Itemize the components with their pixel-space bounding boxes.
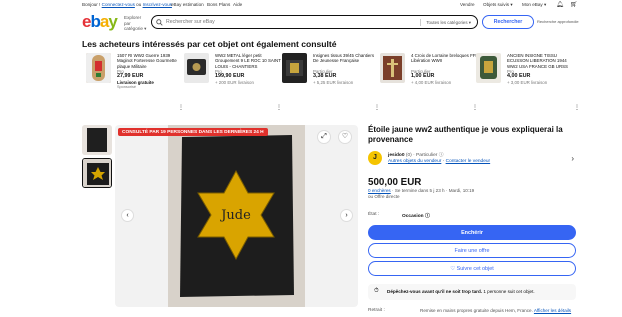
more-icon[interactable]: ⋮ — [178, 104, 184, 111]
help-link[interactable]: Aide — [233, 2, 242, 7]
contact-seller-link[interactable]: Contacter le vendeur — [446, 159, 491, 164]
related-heading: Les acheteurs intéressés par cet objet o… — [82, 39, 337, 49]
buy-now-info: ou Offre directe — [368, 194, 400, 199]
heart-icon: ♡ — [450, 266, 456, 272]
condition-label: État : — [368, 212, 380, 217]
item-price: 500,00 EUR — [368, 177, 422, 188]
shipping-value: Remise en mains propres gratuite depuis … — [420, 308, 572, 313]
main-image[interactable]: Jude CONSULTÉ PAR 19 PERSONNES DANS LES … — [115, 125, 358, 307]
seller-name[interactable]: jesido0 (0) · Particulier ⓘ — [388, 151, 444, 158]
cart-icon[interactable]: 🛒︎ — [570, 1, 578, 8]
search-bar[interactable]: Toutes les catégories ▾ — [151, 15, 478, 29]
related-card[interactable]: 4 Croix de Lorraine breloques FFI Libéra… — [380, 53, 480, 111]
item-title: Étoile jaune ww2 authentique je vous exp… — [368, 125, 563, 144]
estimation-link[interactable]: eBay estimation — [171, 2, 204, 7]
category-menu[interactable]: Explorer par catégorie ▾ — [124, 15, 148, 32]
item-title-link[interactable]: ANCIEN INSIGNE TISSU ECUSSON LIBERATION … — [507, 53, 573, 69]
greeting: Bonjour ! Connectez-vous ou Inscrivez-vo… — [82, 2, 172, 7]
seller-info: J jesido0 (0) · Particulier ⓘ Autres obj… — [368, 150, 578, 168]
register-link[interactable]: Inscrivez-vous — [143, 2, 172, 7]
product-thumbnail[interactable] — [380, 53, 405, 83]
shipping: + 200 EUR livraison — [215, 79, 254, 85]
clock-icon: ⏱︎ — [374, 288, 379, 294]
related-card[interactable]: ANCIEN INSIGNE TISSU ECUSSON LIBERATION … — [476, 53, 580, 111]
top-bar: Bonjour ! Connectez-vous ou Inscrivez-vo… — [82, 1, 582, 9]
category-select[interactable]: Toutes les catégories ▾ — [420, 19, 471, 26]
item-title-link[interactable]: 4 Croix de Lorraine breloques FFI Libéra… — [411, 53, 477, 69]
gallery-thumbnail[interactable] — [82, 125, 112, 155]
photo-text: Jude — [219, 208, 251, 223]
make-offer-button[interactable]: Faire une offre — [368, 243, 576, 258]
ebay-logo[interactable]: ebay — [82, 13, 118, 30]
watched-link[interactable]: Objets suivis ▾ — [483, 2, 513, 8]
bell-icon[interactable]: 🔔︎ — [556, 1, 564, 8]
related-card[interactable]: Insignes tissus 39/45 Chantiers De Jeune… — [282, 53, 382, 111]
seller-avatar[interactable]: J — [368, 151, 382, 165]
chevron-right-icon[interactable]: › — [571, 154, 574, 163]
product-thumbnail[interactable] — [86, 53, 111, 83]
seller-other-items-link[interactable]: Autres objets du vendeur — [388, 159, 441, 164]
shipping: + 3,00 EUR livraison — [507, 79, 548, 85]
gallery-thumbnail-selected[interactable] — [82, 158, 112, 188]
sponsored-label: Sponsorisé — [117, 84, 136, 89]
next-image-button[interactable]: › — [340, 209, 353, 222]
urgency-notice: ⏱︎ Dépêchez-vous avant qu'il ne soit tro… — [368, 284, 576, 300]
sell-link[interactable]: Vendre — [460, 2, 475, 7]
deals-link[interactable]: Bons Plans — [207, 2, 230, 7]
views-banner: CONSULTÉ PAR 19 PERSONNES DANS LES DERNI… — [118, 128, 268, 136]
item-title-link[interactable]: WW2 METAL léger petit Groupement 9 LE RO… — [215, 53, 281, 69]
bid-info: 0 enchères · Se termine dans 5 j 23 h · … — [368, 188, 475, 193]
info-icon[interactable]: ⓘ — [439, 153, 444, 158]
search-button[interactable]: Rechercher — [482, 15, 534, 29]
more-icon[interactable]: ⋮ — [276, 104, 282, 111]
condition-value: Occasion ⓘ — [402, 214, 430, 219]
watch-button[interactable]: ♡ Suivre cet objet — [368, 261, 576, 276]
search-input[interactable] — [166, 18, 426, 26]
bid-button[interactable]: Enchérir — [368, 225, 576, 240]
related-card[interactable]: 1507 RI WW2 Guerre 1939 Maginot Forteres… — [86, 53, 186, 111]
bids-link[interactable]: 0 enchères — [368, 188, 391, 193]
shipping: + 5,25 EUR livraison — [313, 79, 354, 85]
product-thumbnail[interactable] — [282, 53, 307, 83]
more-icon[interactable]: ⋮ — [472, 104, 478, 111]
shipping: + 4,00 EUR livraison — [411, 79, 452, 85]
my-ebay-link[interactable]: Mon eBay ▾ — [522, 2, 546, 8]
search-icon — [156, 19, 163, 26]
item-title-link[interactable]: 1507 RI WW2 Guerre 1939 Maginot Forteres… — [117, 53, 183, 69]
prev-image-button[interactable]: ‹ — [121, 209, 134, 222]
product-thumbnail[interactable] — [184, 53, 209, 83]
more-icon[interactable]: ⋮ — [374, 104, 380, 111]
advanced-search-link[interactable]: Recherche approfondie — [537, 19, 579, 24]
more-icon[interactable]: ⋮ — [574, 104, 580, 111]
related-card[interactable]: WW2 METAL léger petit Groupement 9 LE RO… — [184, 53, 284, 111]
expand-icon[interactable]: ⤢ — [317, 130, 331, 144]
product-thumbnail[interactable] — [476, 53, 501, 83]
item-title-link[interactable]: Insignes tissus 39/45 Chantiers De Jeune… — [313, 53, 379, 69]
info-icon[interactable]: ⓘ — [425, 214, 430, 219]
product-photo: Jude — [168, 125, 305, 307]
shipping-label: Retrait : — [368, 308, 385, 313]
login-link[interactable]: Connectez-vous — [102, 2, 135, 7]
shipping-details-link[interactable]: Afficher les détails — [534, 308, 571, 313]
heart-icon[interactable]: ♡ — [338, 130, 352, 144]
